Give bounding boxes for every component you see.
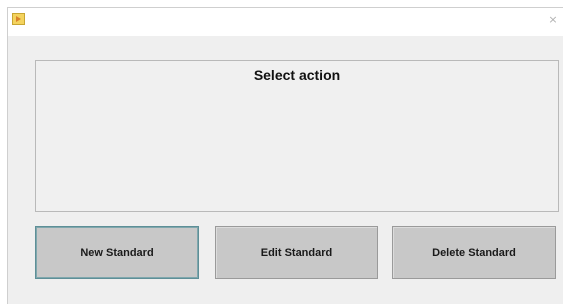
- title-bar: ×: [8, 8, 563, 36]
- matlab-figure-icon: [12, 13, 25, 25]
- edit-standard-label: Edit Standard: [260, 246, 333, 259]
- delete-standard-label: Delete Standard: [432, 246, 516, 259]
- new-standard-label: New Standard: [80, 246, 154, 259]
- edit-standard-button[interactable]: Edit Standard: [215, 226, 378, 279]
- delete-standard-button[interactable]: Delete Standard: [392, 226, 556, 279]
- select-action-panel: Select action: [35, 60, 559, 212]
- close-icon[interactable]: ×: [547, 14, 559, 26]
- new-standard-button[interactable]: New Standard: [35, 226, 199, 279]
- panel-title: Select action: [253, 67, 341, 83]
- app-window: × Select action New Standard Edit Standa…: [7, 7, 563, 304]
